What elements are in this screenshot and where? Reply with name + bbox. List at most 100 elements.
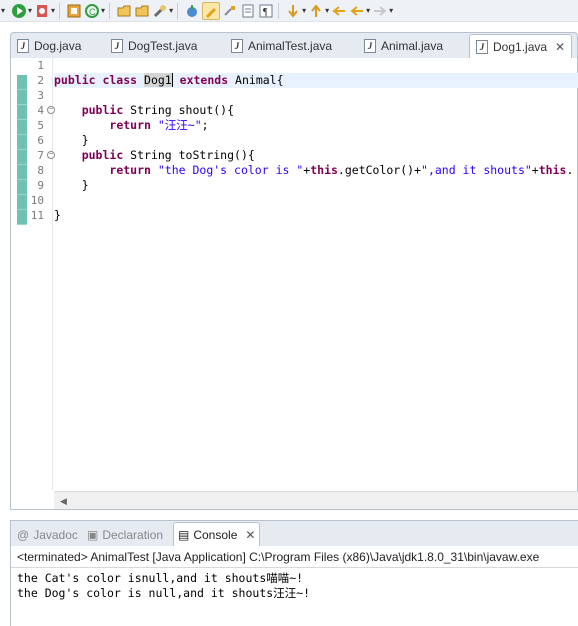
console-view[interactable]: <terminated> AnimalTest [Java Applicatio… (10, 546, 578, 626)
next-annotation-caret[interactable]: ▾ (302, 6, 306, 15)
external-tools-caret[interactable]: ▾ (51, 6, 55, 15)
tab-console[interactable]: ▤ Console ✕ (173, 522, 261, 547)
paragraph-icon[interactable]: ¶ (258, 2, 274, 20)
bottom-panel-tabs: @ Javadoc ▣ Declaration ▤ Console ✕ (10, 520, 578, 547)
forward-icon[interactable] (372, 2, 388, 20)
code-token: } (54, 133, 89, 147)
code-token: . (566, 163, 574, 177)
search-caret[interactable]: ▾ (169, 6, 173, 15)
debug-icon[interactable] (11, 2, 27, 20)
keyword-token: public (81, 148, 124, 162)
back-icon[interactable] (349, 2, 365, 20)
toolbar-menu-caret[interactable]: ▾ (1, 6, 5, 15)
code-token: + (531, 163, 539, 177)
code-token: String shout(){ (123, 103, 235, 117)
code-text-area[interactable]: public class Dog1 extends Animal{ public… (54, 58, 578, 490)
code-editor[interactable]: 1 2 3 4 5 6 7 8 9 10 11 − − public class… (10, 58, 578, 510)
java-file-icon: J (476, 40, 488, 54)
tab-label: Console (193, 528, 238, 542)
tab-javadoc[interactable]: @ Javadoc (17, 525, 78, 545)
code-token: .getColor()+ (337, 163, 422, 177)
toggle-block-icon[interactable] (222, 2, 238, 20)
code-line[interactable]: } (54, 133, 89, 148)
line-number: 9 (37, 179, 44, 192)
close-icon[interactable]: ✕ (245, 528, 255, 542)
tab-label: Animal.java (381, 39, 444, 53)
tab-dog1-java[interactable]: J Dog1.java ✕ (469, 34, 573, 59)
code-token: String toString(){ (123, 148, 255, 162)
keyword-token: this (538, 163, 567, 177)
next-annotation-icon[interactable] (285, 2, 301, 20)
code-token: ; (201, 118, 209, 132)
selected-token: Dog1 (144, 73, 173, 87)
line-number: 5 (37, 119, 44, 132)
run-dropdown-caret[interactable]: ▾ (28, 6, 32, 15)
close-icon[interactable]: ✕ (555, 40, 565, 54)
show-whitespace-icon[interactable] (240, 2, 256, 20)
code-line[interactable]: } (54, 178, 89, 193)
search-icon[interactable] (152, 2, 168, 20)
scroll-left-icon[interactable]: ◀ (60, 496, 67, 507)
editor-tab-bar: J Dog.java J DogTest.java J AnimalTest.j… (10, 32, 578, 59)
string-token: ",and it shouts" (421, 163, 532, 177)
code-line[interactable]: public String toString(){ (54, 148, 255, 163)
tab-label: Javadoc (33, 528, 78, 542)
string-token: "the Dog's color is " (157, 163, 304, 177)
line-number-gutter: 1 2 3 4 5 6 7 8 9 10 11 − − (27, 58, 55, 490)
last-edit-icon[interactable] (331, 2, 347, 20)
prev-annotation-icon[interactable] (308, 2, 324, 20)
java-file-icon: J (111, 39, 123, 53)
toolbar-separator (177, 2, 179, 19)
keyword-token: this (310, 163, 338, 177)
main-toolbar: ▾ ▾ ▾ C ▾ ▾ ¶ ▾ ▾ ▾ ▾ (0, 0, 578, 22)
tab-label: Declaration (102, 528, 164, 542)
refresh-caret[interactable]: ▾ (101, 6, 105, 15)
tab-label: DogTest.java (128, 39, 198, 53)
horizontal-scrollbar[interactable]: ◀ (54, 491, 578, 509)
keyword-token: return (109, 163, 151, 177)
toolbar-separator (278, 2, 280, 19)
toolbar-separator (59, 2, 61, 19)
svg-text:¶: ¶ (263, 7, 268, 18)
back-caret[interactable]: ▾ (366, 6, 370, 15)
java-file-icon: J (231, 39, 243, 53)
tab-animal-java[interactable]: J Animal.java (364, 35, 443, 57)
code-line[interactable]: return "汪汪~"; (54, 118, 209, 133)
keyword-token: public (81, 103, 124, 117)
keyword-token: public class (54, 73, 145, 87)
forward-caret[interactable]: ▾ (389, 6, 393, 15)
refresh-icon[interactable]: C (84, 2, 100, 20)
breakpoint-icon[interactable] (184, 2, 200, 20)
tab-declaration[interactable]: ▣ Declaration (87, 525, 163, 545)
declaration-icon: ▣ (87, 528, 99, 542)
code-line[interactable]: return "the Dog's color is "+this.getCol… (54, 163, 573, 178)
javadoc-icon: @ (17, 528, 30, 542)
highlight-icon[interactable] (202, 1, 221, 20)
code-token: Animal{ (228, 73, 284, 87)
line-number: 7 (37, 149, 44, 162)
code-line[interactable]: } (54, 208, 61, 223)
tab-dog-java[interactable]: J Dog.java (17, 35, 81, 57)
prev-annotation-caret[interactable]: ▾ (325, 6, 329, 15)
new-project-icon[interactable] (66, 2, 82, 20)
toolbar-separator (109, 2, 111, 19)
line-number: 1 (37, 59, 44, 72)
keyword-token: return (109, 118, 151, 132)
java-file-icon: J (364, 39, 376, 53)
open-type-icon[interactable] (116, 2, 132, 20)
code-line[interactable]: public class Dog1 extends Animal{ (54, 73, 578, 88)
console-icon: ▤ (178, 528, 190, 542)
tab-label: Dog1.java (493, 40, 548, 54)
open-folder-icon[interactable] (134, 2, 150, 20)
tab-animaltest-java[interactable]: J AnimalTest.java (231, 35, 332, 57)
line-number: 3 (37, 89, 44, 102)
tab-dogtest-java[interactable]: J DogTest.java (111, 35, 197, 57)
run-icon[interactable] (34, 2, 50, 20)
code-line[interactable]: public String shout(){ (54, 103, 234, 118)
